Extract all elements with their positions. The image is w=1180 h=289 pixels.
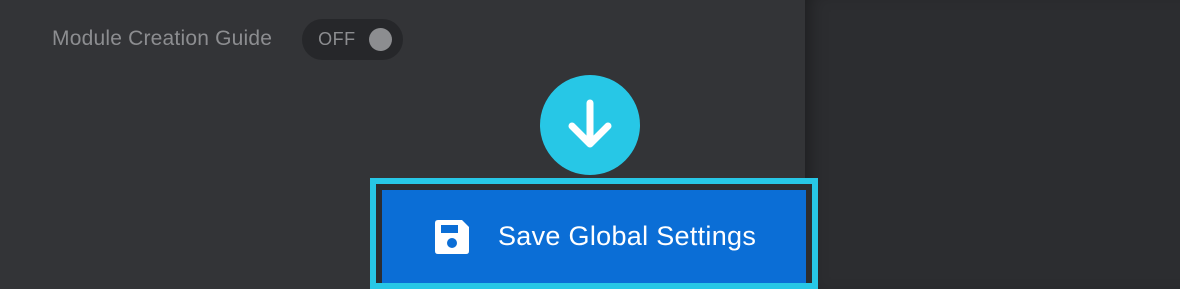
toggle-state-text: OFF [318,28,356,49]
save-button-label: Save Global Settings [498,221,757,251]
arrow-down-icon [540,75,640,175]
toggle-knob [369,27,393,51]
floppy-disk-icon [433,218,471,256]
save-global-settings-button[interactable]: Save Global Settings [382,190,806,283]
module-creation-guide-row: Module Creation Guide OFF [52,17,404,61]
right-area [805,0,1180,289]
save-button-highlight: Save Global Settings [370,178,818,289]
module-creation-guide-toggle[interactable]: OFF [302,18,404,60]
module-creation-guide-label: Module Creation Guide [52,27,273,50]
arrow-down-glyph [568,99,612,148]
